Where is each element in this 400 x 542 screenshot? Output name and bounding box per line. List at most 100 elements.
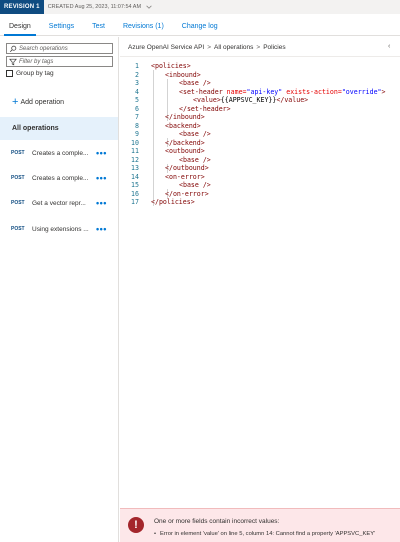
code-value-text: {{APPSVC_KEY}}: [220, 96, 277, 104]
panel-icon[interactable]: ‹: [388, 43, 390, 50]
validation-error-panel: ! One or more fields contain incorrect v…: [120, 508, 400, 542]
code-text: </policies>: [151, 198, 195, 207]
code-line: 11 <outbound>: [120, 147, 400, 156]
tab-bar: Design Settings Test Revisions (1) Chang…: [0, 14, 400, 36]
code-tag: <base />: [179, 79, 211, 87]
operation-item[interactable]: POST Get a vector repr... •••: [0, 195, 118, 211]
code-line: 16 </on-error>: [120, 190, 400, 199]
operation-item[interactable]: POST Using extensions ... •••: [0, 221, 118, 237]
code-line: 6 </set-header>: [120, 105, 400, 114]
revision-bar: REVISION 1 CREATED Aug 25, 2023, 11:07:5…: [0, 0, 400, 14]
code-line: 7 </inbound>: [120, 113, 400, 122]
code-tag: <base />: [179, 130, 211, 138]
search-placeholder: Search operations: [19, 45, 68, 52]
all-operations-label: All operations: [12, 125, 59, 132]
operation-item[interactable]: POST Creates a comple... •••: [0, 170, 118, 186]
plus-icon: +: [12, 96, 19, 108]
tab-revisions[interactable]: Revisions (1): [114, 13, 173, 35]
line-number: 7: [135, 113, 139, 121]
code-line: 17 </policies>: [120, 198, 400, 207]
code-token: "override": [341, 87, 382, 96]
breadcrumb: Azure OpenAI Service API > All operations >…: [128, 44, 286, 51]
add-operation-label: Add operation: [20, 98, 65, 106]
tab-change-log[interactable]: Change log: [173, 13, 227, 35]
code-line: 1 <policies>: [120, 62, 400, 71]
line-number: 6: [135, 104, 139, 113]
method-badge: POST: [11, 175, 25, 181]
more-options-icon[interactable]: •••: [96, 199, 107, 208]
code-text: </outbound>: [165, 164, 209, 173]
line-number: 1: [135, 62, 139, 70]
line-number: 12: [131, 155, 139, 164]
code-text: <base />: [179, 181, 211, 190]
line-number: 13: [131, 164, 139, 172]
code-tag: </set-header>: [179, 104, 231, 113]
group-by-tag[interactable]: Group by tag: [6, 70, 54, 77]
code-text: <base />: [179, 79, 211, 88]
code-tag: </inbound>: [165, 113, 205, 121]
more-options-icon[interactable]: •••: [96, 149, 107, 158]
tab-settings[interactable]: Settings: [40, 13, 83, 35]
revision-badge: REVISION 1: [0, 0, 44, 14]
operation-item[interactable]: POST Creates a comple... •••: [0, 145, 118, 161]
code-line: 13 </outbound>: [120, 164, 400, 173]
code-text: </backend>: [165, 139, 205, 148]
operation-name: Creates a comple...: [32, 174, 89, 182]
breadcrumb-separator: >: [256, 44, 261, 51]
code-tag: <outbound>: [165, 147, 205, 155]
line-number: 4: [135, 87, 139, 96]
tab-test[interactable]: Test: [83, 13, 114, 35]
line-number: 8: [135, 121, 139, 130]
more-options-icon[interactable]: •••: [96, 225, 107, 234]
code-tag: </outbound>: [165, 164, 209, 172]
code-text: </inbound>: [165, 113, 205, 122]
chevron-down-icon[interactable]: [145, 3, 153, 11]
code-line: 2 <inbound>: [120, 71, 400, 80]
line-number: 2: [135, 70, 139, 79]
code-text: <base />: [179, 156, 211, 165]
error-item: Error in element 'value' on line 5, colu…: [154, 531, 375, 537]
line-number: 3: [135, 79, 139, 87]
operation-name: Using extensions ...: [32, 225, 89, 233]
code-text: <outbound>: [165, 147, 205, 156]
breadcrumb-policies: Policies: [263, 44, 286, 51]
line-number: 10: [131, 138, 139, 147]
line-number: 17: [131, 198, 139, 206]
add-operation-button[interactable]: + Add operation: [12, 96, 65, 108]
line-number: 14: [131, 172, 139, 181]
breadcrumb-api[interactable]: Azure OpenAI Service API: [128, 44, 204, 51]
error-title: One or more fields contain incorrect val…: [154, 518, 280, 525]
code-line: 12 <base />: [120, 156, 400, 165]
code-line: 15 <base />: [120, 181, 400, 190]
code-tag: <on-error>: [165, 172, 205, 181]
code-text: <set-header name="api-key" exists-action…: [179, 88, 386, 97]
code-token: "api-key": [246, 87, 283, 96]
code-tag: <set-header: [179, 87, 223, 96]
method-badge: POST: [11, 200, 25, 206]
code-line: 14 <on-error>: [120, 173, 400, 182]
code-token: name=: [226, 87, 247, 96]
all-operations-item[interactable]: All operations: [0, 117, 118, 140]
line-number: 5: [135, 96, 139, 104]
method-badge: POST: [11, 150, 25, 156]
search-input[interactable]: Search operations: [6, 43, 113, 54]
code-text: <inbound>: [165, 71, 201, 80]
filter-icon: [9, 58, 17, 65]
operation-name: Get a vector repr...: [32, 199, 86, 207]
code-tag: <base />: [179, 181, 211, 189]
breadcrumb-separator: >: [207, 44, 212, 51]
policy-code-editor[interactable]: 1 <policies> 2 <inbound> 3 <base /> 4 <set-head…: [120, 58, 400, 483]
code-text: <backend>: [165, 122, 201, 131]
line-number: 16: [131, 189, 139, 198]
line-number: 15: [131, 181, 139, 189]
code-tag: </policies>: [151, 198, 195, 206]
code-tag: <backend>: [165, 121, 201, 130]
code-token: >: [381, 87, 386, 96]
more-options-icon[interactable]: •••: [96, 174, 107, 183]
revision-created-date: CREATED Aug 25, 2023, 11:07:54 AM: [47, 4, 142, 10]
group-by-tag-checkbox[interactable]: [6, 70, 13, 77]
code-tag: </on-error>: [165, 189, 209, 198]
breadcrumb-all-operations[interactable]: All operations: [214, 44, 253, 51]
tab-design[interactable]: Design: [0, 13, 40, 36]
filter-tags-input[interactable]: Filter by tags: [6, 56, 113, 67]
